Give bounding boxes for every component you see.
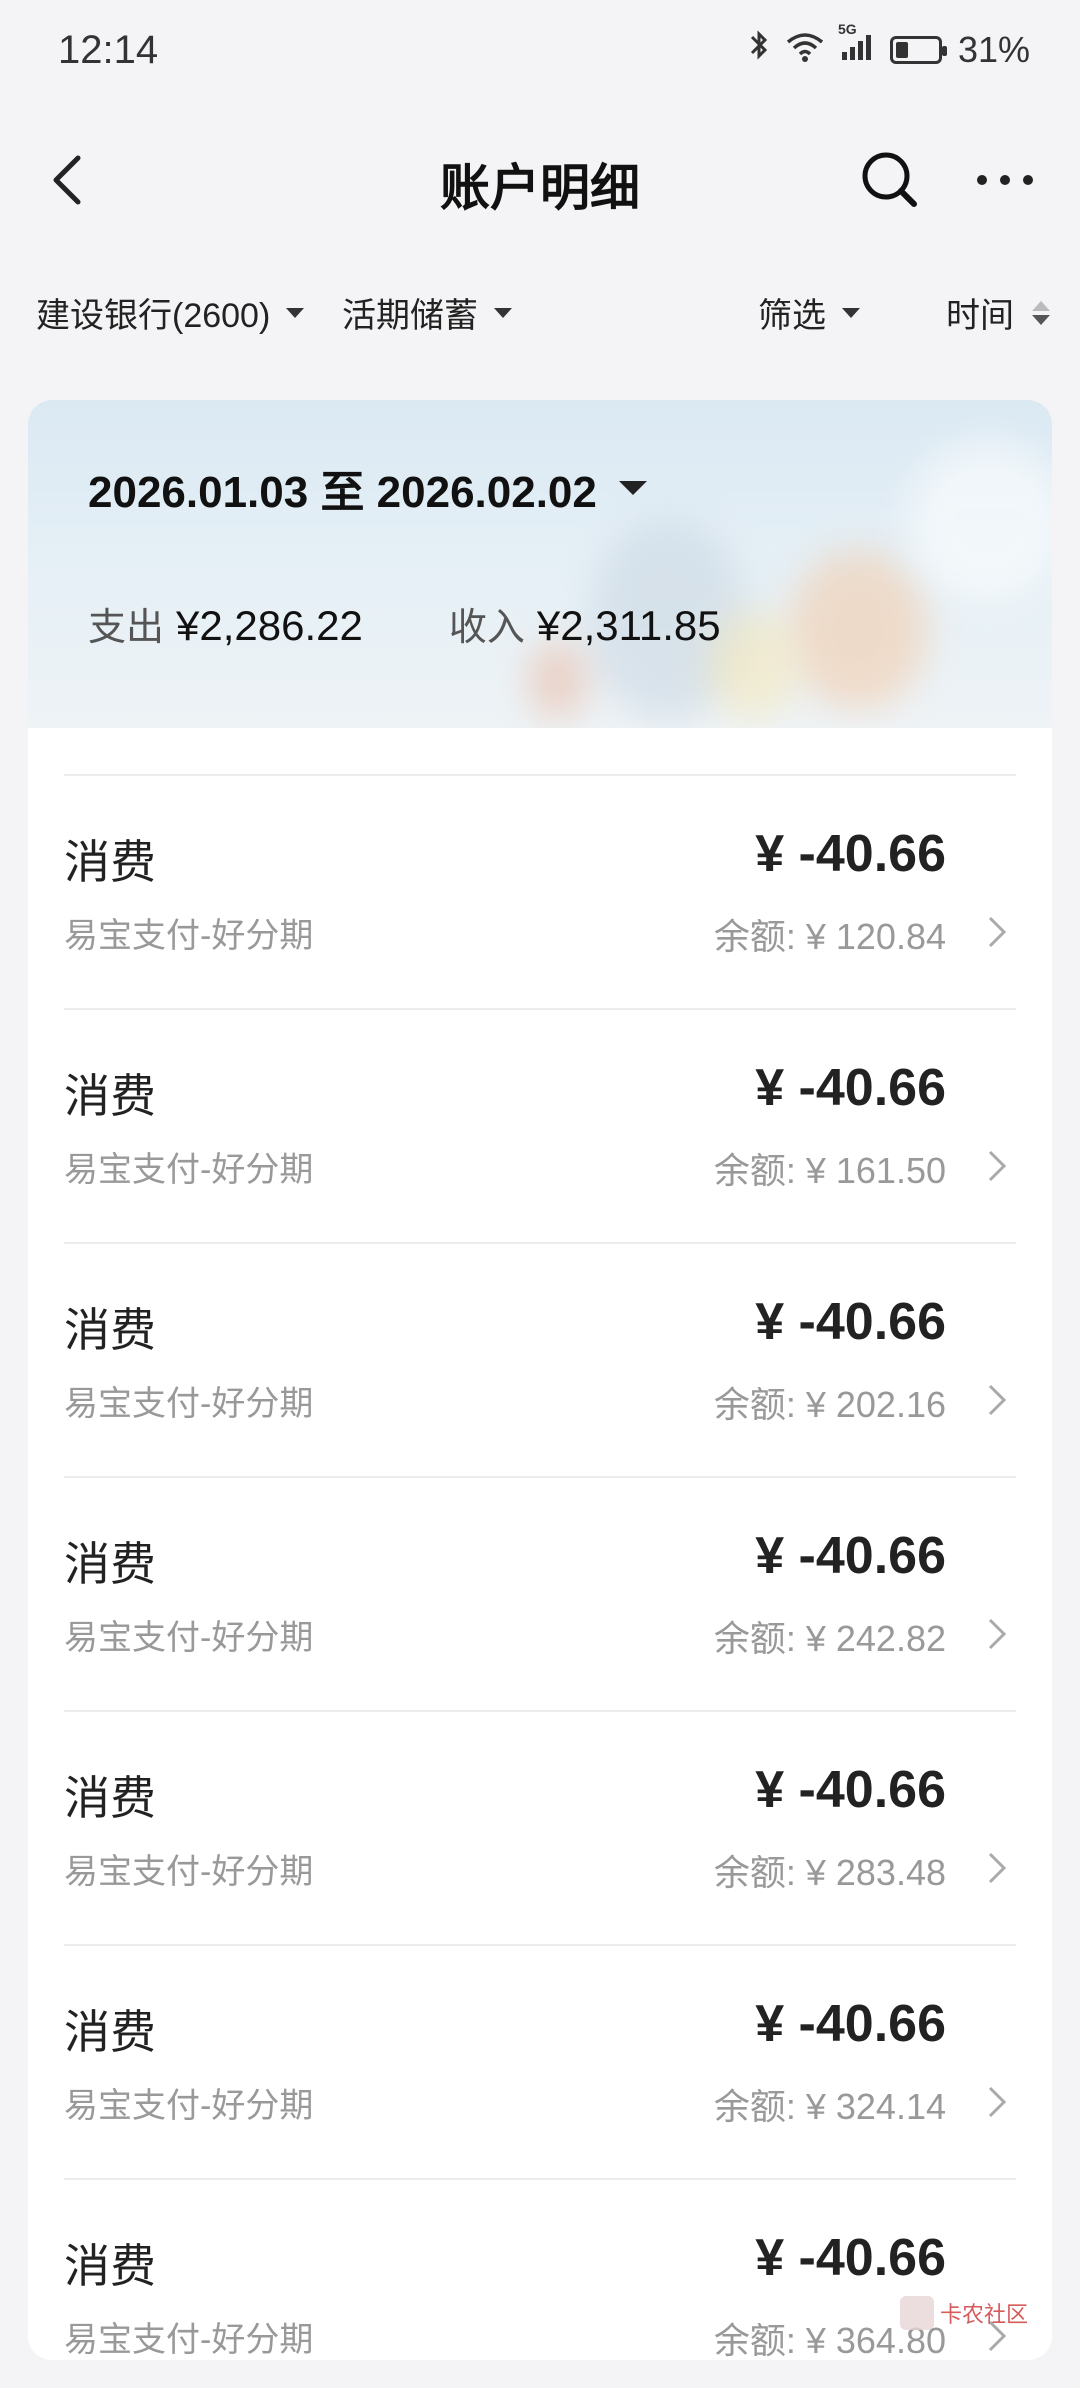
transaction-row[interactable]: 消费 ¥ -40.66 易宝支付-好分期 余额: ¥ 324.14 [64,1944,1016,2178]
sort-button[interactable]: 时间 [946,288,1050,337]
transaction-merchant: 易宝支付-好分期 [64,917,314,955]
account-filter-label: 建设银行(2600) [36,297,271,335]
transaction-balance: 余额: ¥ 161.50 [713,1150,946,1191]
caret-down-icon [842,307,860,318]
chevron-right-icon [988,1384,1007,1416]
transaction-amount: ¥ -40.66 [755,825,946,883]
transaction-balance: 余额: ¥ 324.14 [713,2086,946,2127]
expense-label: 支出 [88,607,165,649]
transaction-amount: ¥ -40.66 [755,1059,946,1117]
sort-icon [1032,300,1050,325]
caret-down-icon [494,307,512,318]
transaction-amount: ¥ -40.66 [755,2229,946,2287]
transaction-type: 消费 [64,1070,156,1122]
signal-icon: 5G [838,21,874,71]
transaction-amount: ¥ -40.66 [755,1761,946,1819]
expense-value: ¥2,286.22 [176,602,363,649]
search-icon [862,152,917,207]
transaction-row[interactable]: 消费 ¥ -40.66 易宝支付-好分期 余额: ¥ 120.84 [64,774,1016,1008]
chevron-right-icon [988,2086,1007,2118]
more-button[interactable] [970,150,1040,210]
banner-decoration [28,400,1052,728]
chevron-right-icon [988,1618,1007,1650]
summary-banner: 2026.01.03 至 2026.02.02 支出 ¥2,286.22 收入 ¥2… [28,400,1052,728]
account-filter[interactable]: 建设银行(2600) [36,288,305,337]
caret-down-icon [286,307,305,318]
transaction-type: 消费 [64,2006,156,2058]
chevron-right-icon [988,916,1007,948]
network-label: 5G [837,20,857,37]
income-label: 收入 [448,607,525,649]
transaction-row[interactable]: 消费 ¥ -40.66 易宝支付-好分期 余额: ¥ 364.80 [64,2178,1016,2360]
battery-icon [889,35,947,64]
chevron-right-icon [988,1150,1007,1182]
date-range-selector[interactable]: 2026.01.03 至 2026.02.02 [88,456,647,520]
transaction-merchant: 易宝支付-好分期 [64,1619,314,1657]
status-bar: 12:14 5G 31% [0,0,1080,110]
income-total: 收入 ¥2,311.85 [449,596,721,651]
account-type-label: 活期储蓄 [342,297,478,335]
transaction-amount: ¥ -40.66 [755,1995,946,2053]
sort-label: 时间 [946,297,1014,335]
transaction-amount: ¥ -40.66 [755,1527,946,1585]
transaction-merchant: 易宝支付-好分期 [64,2087,314,2125]
transaction-list: 消费 ¥ -40.66 易宝支付-好分期 余额: ¥ 120.84 消费 ¥ -… [64,774,1016,2360]
transaction-row[interactable]: 消费 ¥ -40.66 易宝支付-好分期 余额: ¥ 242.82 [64,1476,1016,1710]
account-type-filter[interactable]: 活期储蓄 [342,288,512,337]
transaction-type: 消费 [64,2240,156,2292]
watermark-logo: 卡农社区 [900,2296,1028,2330]
transaction-merchant: 易宝支付-好分期 [64,1151,314,1189]
filter-bar: 建设银行(2600) 活期储蓄 筛选 时间 [0,280,1080,344]
transaction-type: 消费 [64,1538,156,1590]
transactions-card: 2026.01.03 至 2026.02.02 支出 ¥2,286.22 收入 ¥2… [28,400,1052,2360]
summary-totals: 支出 ¥2,286.22 收入 ¥2,311.85 [88,596,721,651]
income-value: ¥2,311.85 [536,602,721,649]
transaction-type: 消费 [64,836,156,888]
transaction-merchant: 易宝支付-好分期 [64,2321,314,2359]
chevron-right-icon [988,1852,1007,1884]
wifi-icon [786,29,824,71]
watermark-icon [900,2296,934,2330]
date-range-label: 2026.01.03 至 2026.02.02 [88,468,597,517]
transaction-balance: 余额: ¥ 120.84 [713,916,946,957]
more-horizontal-icon [977,175,1033,185]
search-button[interactable] [858,148,922,212]
transaction-merchant: 易宝支付-好分期 [64,1853,314,1891]
transaction-balance: 余额: ¥ 242.82 [713,1618,946,1659]
caret-down-icon [618,481,647,495]
transaction-row[interactable]: 消费 ¥ -40.66 易宝支付-好分期 余额: ¥ 202.16 [64,1242,1016,1476]
filter-button[interactable]: 筛选 [758,288,860,337]
top-nav: 账户明细 [0,130,1080,230]
transaction-type: 消费 [64,1304,156,1356]
transaction-balance: 余额: ¥ 283.48 [713,1852,946,1893]
battery-fill [895,41,908,58]
transaction-row[interactable]: 消费 ¥ -40.66 易宝支付-好分期 余额: ¥ 283.48 [64,1710,1016,1944]
bluetooth-icon [748,28,770,71]
transaction-type: 消费 [64,1772,156,1824]
transaction-amount: ¥ -40.66 [755,1293,946,1351]
watermark-text: 卡农社区 [940,2302,1029,2327]
back-button[interactable] [40,150,100,210]
status-icons: 5G 31% [748,21,1030,71]
battery-percent: 31% [957,28,1030,70]
chevron-left-icon [53,155,81,205]
transaction-merchant: 易宝支付-好分期 [64,1385,314,1423]
transaction-row[interactable]: 消费 ¥ -40.66 易宝支付-好分期 余额: ¥ 161.50 [64,1008,1016,1242]
status-time: 12:14 [58,28,159,72]
transaction-balance: 余额: ¥ 202.16 [713,1384,946,1425]
filter-label: 筛选 [758,297,826,335]
expense-total: 支出 ¥2,286.22 [88,596,363,651]
